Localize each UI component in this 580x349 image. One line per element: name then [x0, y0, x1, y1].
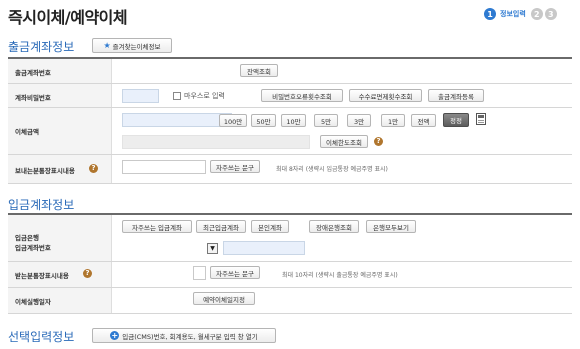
mouse-input-label: 마우스로 입력: [184, 92, 225, 100]
withdraw-section-title: 출금계좌정보: [8, 40, 75, 54]
bank-outage-button[interactable]: 장애은행조회: [309, 220, 359, 233]
amount-korean-display: [122, 135, 310, 149]
amount-500k-button[interactable]: 50만: [251, 114, 276, 127]
deposit-account-input[interactable]: [223, 241, 305, 255]
row-divider: [8, 154, 572, 155]
step-3-icon: 3: [544, 8, 557, 20]
receiver-phrase-button[interactable]: 자주쓰는 문구: [210, 266, 260, 279]
plus-circle-icon: +: [110, 331, 120, 340]
step-indicator: 1 정보입력 2 3: [484, 7, 557, 21]
receiver-memo-hint: 최대 10자리 (생략시 출금통장 예금주명 표시): [282, 272, 398, 279]
step-1-icon: 1: [484, 8, 496, 20]
deposit-section-title: 입금계좌정보: [8, 198, 75, 212]
row-divider: [8, 183, 572, 184]
balance-inquiry-button[interactable]: 잔액조회: [240, 64, 278, 77]
withdraw-account-label: 출금계좌번호: [15, 69, 51, 77]
own-account-button[interactable]: 본인계좌: [251, 220, 289, 233]
bank-select-dropdown[interactable]: ▼: [207, 243, 218, 254]
amount-10k-button[interactable]: 1만: [381, 114, 405, 127]
help-icon[interactable]: ?: [83, 269, 92, 278]
open-optional-input-label: 입금(CMS)번호, 회계용도, 월세구분 입력 창 열기: [122, 332, 258, 341]
amount-1m-button[interactable]: 100만: [219, 114, 247, 127]
fee-exemption-count-button[interactable]: 수수료면제횟수조회: [349, 89, 422, 102]
register-withdraw-account-button[interactable]: 출금계좌등록: [428, 89, 484, 102]
deposit-bank-label: 입금은행: [15, 234, 39, 242]
amount-full-button[interactable]: 전액: [411, 114, 436, 127]
amount-30k-button[interactable]: 3만: [347, 114, 371, 127]
step-1-label: 정보입력: [500, 10, 526, 18]
account-password-input[interactable]: [122, 89, 159, 103]
sender-memo-input[interactable]: [122, 160, 206, 174]
page-title: 즉시이체/예약이체: [8, 8, 128, 27]
row-divider: [8, 287, 572, 288]
help-icon[interactable]: ?: [89, 164, 98, 173]
favorite-transfer-button[interactable]: ★ 즐겨찾는이체정보: [92, 38, 172, 53]
favorite-deposit-account-button[interactable]: 자주쓰는 입금계좌: [122, 220, 192, 233]
open-optional-input-button[interactable]: + 입금(CMS)번호, 회계용도, 월세구분 입력 창 열기: [92, 328, 276, 343]
amount-correct-button[interactable]: 정정: [443, 113, 469, 127]
amount-100k-button[interactable]: 10만: [281, 114, 306, 127]
favorite-transfer-label: 즐겨찾는이체정보: [112, 42, 161, 51]
row-divider: [8, 313, 572, 314]
receiver-memo-label: 받는분통장표시내용: [15, 272, 69, 280]
star-icon: ★: [103, 41, 111, 50]
sender-memo-hint: 최대 8자리 (생략시 입금통장 예금주명 표시): [276, 166, 388, 173]
mouse-input-checkbox[interactable]: [173, 92, 181, 100]
calculator-icon[interactable]: [476, 113, 486, 125]
help-icon[interactable]: ?: [374, 137, 383, 146]
sender-phrase-button[interactable]: 자주쓰는 문구: [210, 160, 260, 173]
transfer-date-label: 이체실행일자: [15, 298, 51, 306]
row-divider: [8, 107, 572, 108]
schedule-date-button[interactable]: 예약이체일지정: [193, 292, 255, 305]
sender-memo-label: 보내는분통장표시내용: [15, 167, 75, 175]
account-password-label: 계좌비밀번호: [15, 94, 51, 102]
row-divider: [8, 261, 572, 262]
receiver-memo-input[interactable]: [193, 266, 206, 280]
row-divider: [8, 83, 572, 84]
transfer-limit-button[interactable]: 이체한도조회: [320, 135, 368, 148]
password-error-count-button[interactable]: 비밀번호오류횟수조회: [261, 89, 343, 102]
amount-50k-button[interactable]: 5만: [314, 114, 338, 127]
optional-section-title: 선택입력정보: [8, 330, 75, 344]
all-banks-button[interactable]: 은행모두보기: [366, 220, 416, 233]
transfer-amount-input[interactable]: [122, 113, 232, 127]
step-2-icon: 2: [530, 8, 543, 20]
recent-deposit-account-button[interactable]: 최근입금계좌: [196, 220, 246, 233]
deposit-account-label: 입금계좌번호: [15, 244, 51, 252]
transfer-amount-label: 이체금액: [15, 128, 39, 136]
